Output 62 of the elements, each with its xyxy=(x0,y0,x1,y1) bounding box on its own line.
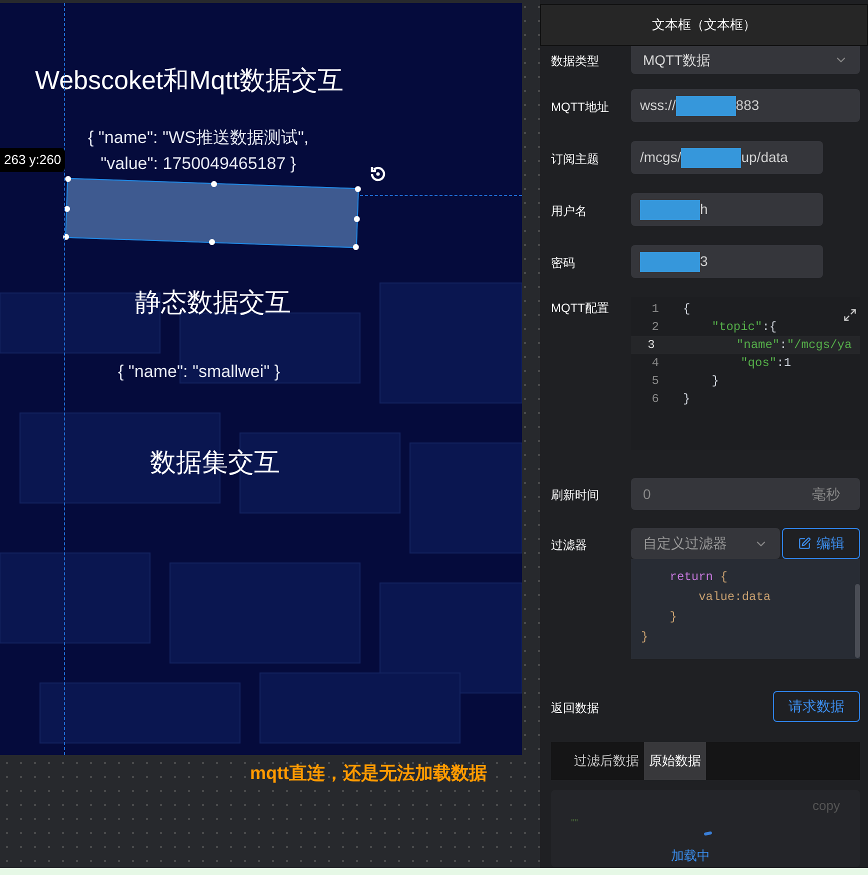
output-text: "" xyxy=(571,817,578,831)
text-input-field[interactable]: /mcgs/ up/data xyxy=(631,141,823,174)
result-tab[interactable]: 过滤后数据 xyxy=(569,742,644,780)
code-line: value:data xyxy=(698,589,772,606)
data-type-select[interactable]: MQTT数据 xyxy=(631,46,860,74)
edit-icon xyxy=(798,537,810,550)
text-input-field[interactable]: 3 xyxy=(631,245,823,278)
code-line: return { xyxy=(668,569,728,586)
canvas-title: Webscoket和Mqtt数据交互 xyxy=(35,64,344,97)
redaction-block xyxy=(676,96,736,116)
json-text: { "name": "smallwei" } xyxy=(118,361,280,383)
code-line: "qos":1 xyxy=(740,355,792,372)
field-label: 订阅主题 xyxy=(551,150,600,168)
resize-handle[interactable] xyxy=(65,176,72,182)
line-number: 5 xyxy=(650,373,660,390)
resize-handle[interactable] xyxy=(62,234,70,240)
redaction-block xyxy=(640,200,700,220)
code-line: "topic":{ xyxy=(710,319,777,336)
canvas-title: 静态数据交互 xyxy=(135,286,291,319)
text-input-field[interactable]: h xyxy=(631,193,823,226)
redaction-block xyxy=(681,148,742,168)
field-label: 过滤器 xyxy=(551,536,588,554)
code-line: } xyxy=(641,629,650,646)
canvas-title: 数据集交互 xyxy=(150,446,280,479)
panel-header: 文本框（文本框） xyxy=(540,4,868,46)
filter-code-editor[interactable]: return { value:data } } xyxy=(631,559,860,659)
field-label: 刷新时间 xyxy=(551,487,600,504)
resize-handle[interactable] xyxy=(208,238,216,246)
resize-handle[interactable] xyxy=(210,180,218,188)
field-label: MQTT配置 xyxy=(551,300,610,317)
resize-handle[interactable] xyxy=(352,244,359,250)
loading-text: 加载中 xyxy=(671,848,710,864)
resize-handle[interactable] xyxy=(64,206,70,212)
coordinate-tooltip: 263 y:260 xyxy=(0,148,66,172)
line-number: 6 xyxy=(650,391,660,408)
field-label: 密码 xyxy=(551,254,576,272)
filter-select[interactable]: 自定义过滤器 xyxy=(631,528,780,559)
loading-spinner-icon xyxy=(704,831,712,836)
line-number: 4 xyxy=(650,355,660,372)
field-label: 用户名 xyxy=(551,202,588,220)
field-label: 返回数据 xyxy=(551,700,600,716)
code-line: } xyxy=(682,391,690,408)
fullscreen-icon[interactable] xyxy=(843,308,857,322)
rotate-icon[interactable] xyxy=(368,164,388,184)
unit-label: 毫秒 xyxy=(812,484,841,504)
result-tab[interactable]: 原始数据 xyxy=(644,742,706,780)
json-text: { "name": "WS推送数据测试", "value": 1750049465187 } xyxy=(88,127,309,175)
edit-button[interactable]: 编辑 xyxy=(782,528,860,559)
code-line: } xyxy=(668,609,678,626)
text-input-field[interactable]: wss:// 883 xyxy=(631,89,860,122)
line-number: 1 xyxy=(650,301,660,318)
field-label: MQTT地址 xyxy=(551,98,610,116)
line-number: 2 xyxy=(650,319,660,336)
line-number: 3 xyxy=(631,336,663,354)
resize-handle[interactable] xyxy=(354,216,360,222)
resize-handle[interactable] xyxy=(354,186,362,192)
code-line: } xyxy=(710,373,720,390)
field-label: 数据类型 xyxy=(551,53,600,70)
redaction-block xyxy=(640,252,700,272)
request-data-button[interactable]: 请求数据 xyxy=(773,691,860,722)
code-line: { xyxy=(682,301,690,318)
annotation-text: mqtt直连，还是无法加载数据 xyxy=(250,762,487,785)
